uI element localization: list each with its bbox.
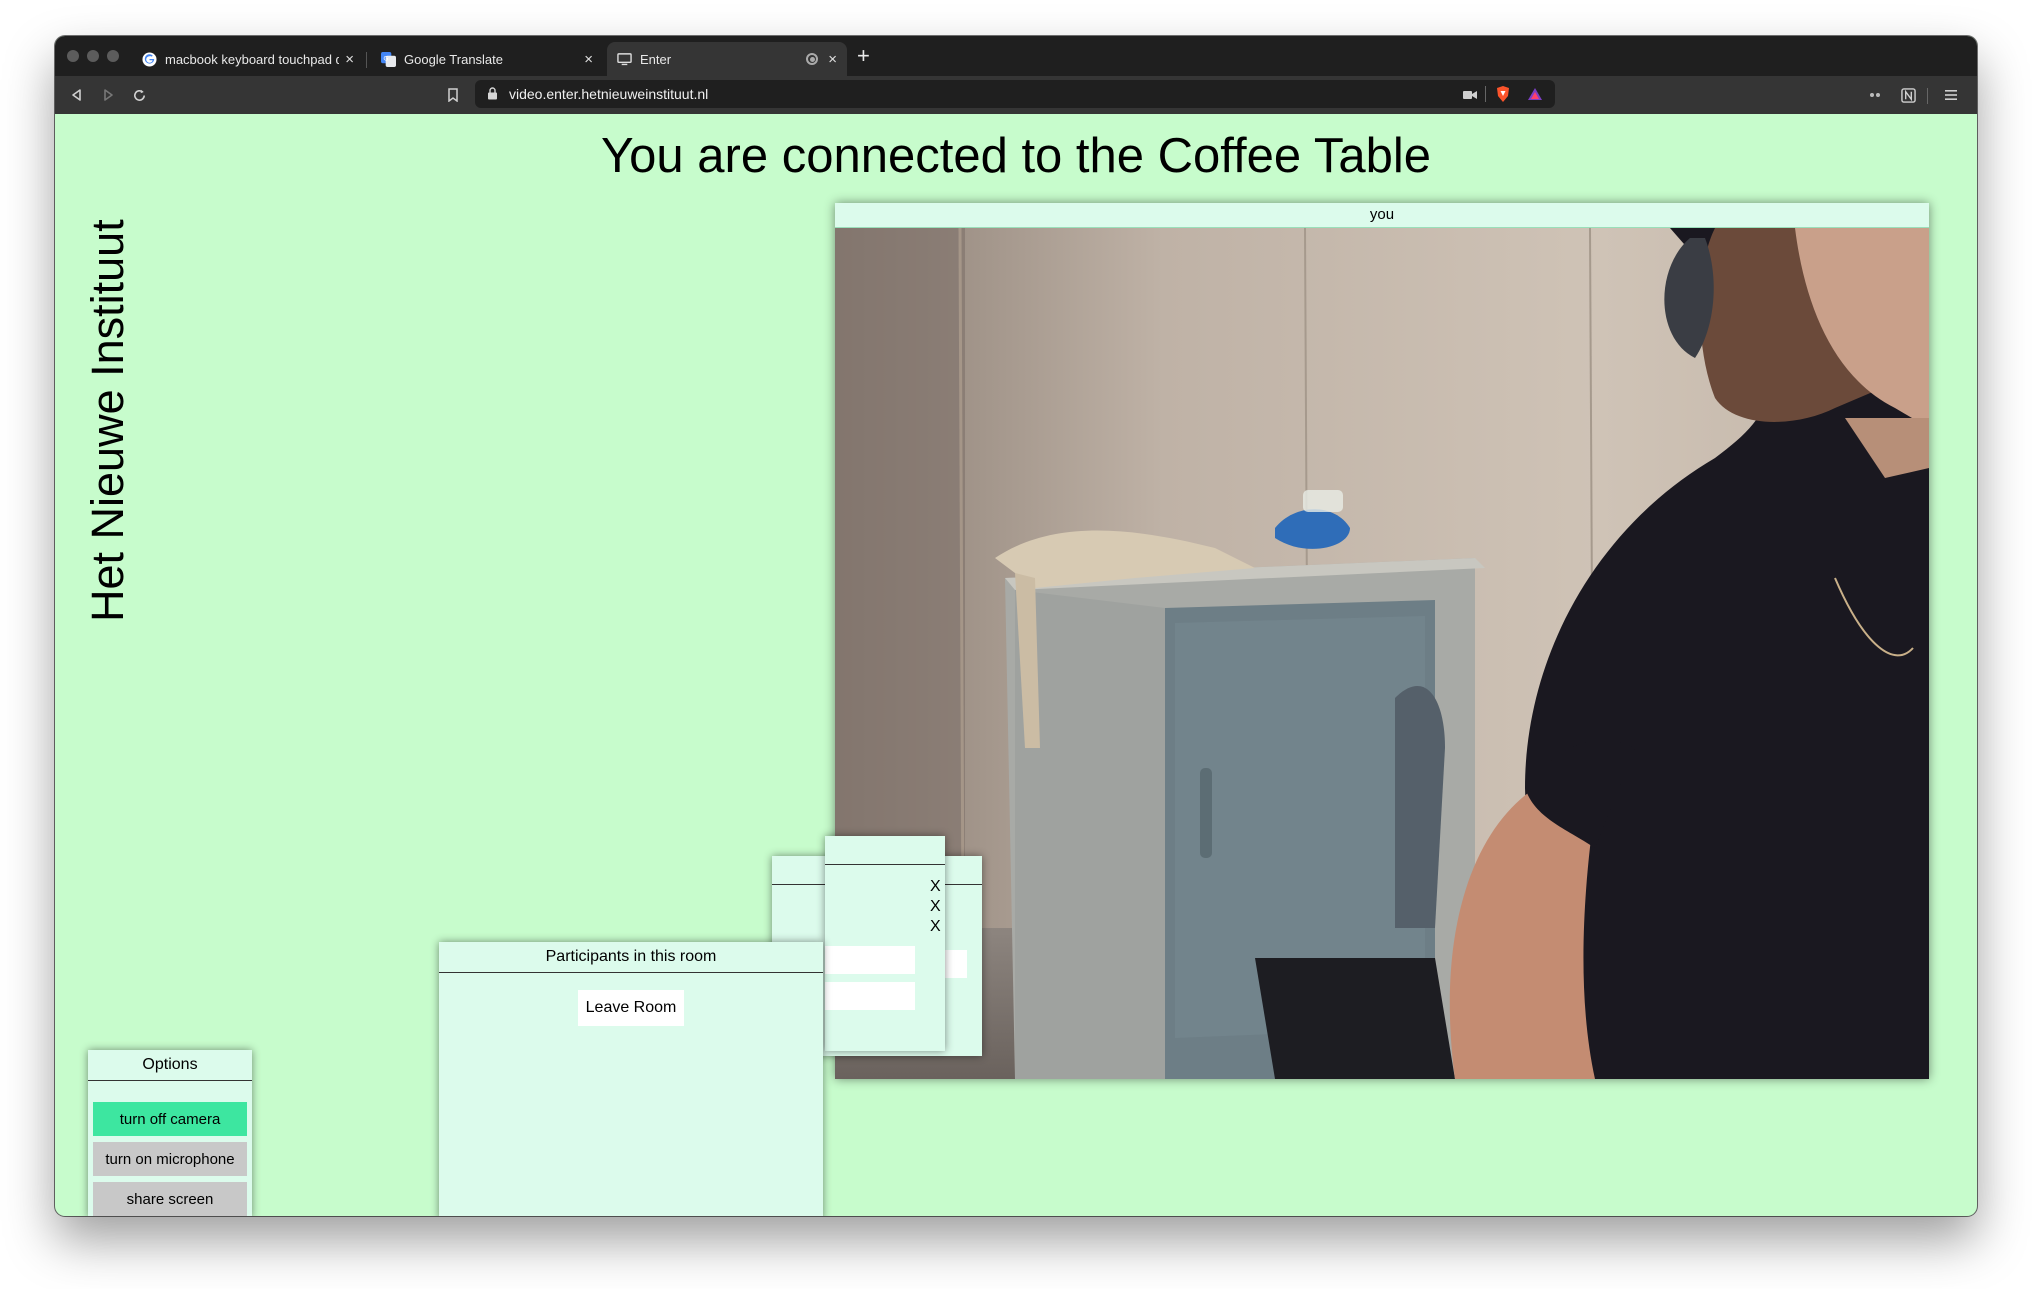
menu-icon[interactable] bbox=[1941, 85, 1961, 105]
close-tab-icon[interactable]: × bbox=[584, 51, 593, 68]
recording-indicator-icon bbox=[806, 53, 819, 65]
microphone-toggle-button[interactable]: turn on microphone bbox=[93, 1142, 247, 1176]
brave-shields-icon[interactable] bbox=[1495, 85, 1511, 108]
bookmark-icon[interactable] bbox=[443, 85, 463, 105]
window-zoom-dot[interactable] bbox=[107, 50, 119, 62]
url-text: video.enter.hetnieuweinstituut.nl bbox=[509, 86, 709, 102]
monitor-icon bbox=[617, 52, 632, 67]
svg-text:G: G bbox=[383, 54, 388, 62]
back-icon[interactable] bbox=[67, 85, 87, 105]
page-content: You are connected to the Coffee Table He… bbox=[55, 114, 1977, 1216]
participants-title: Participants in this room bbox=[439, 942, 823, 973]
close-x-icon[interactable]: X bbox=[930, 918, 941, 936]
close-x-icon[interactable]: X bbox=[930, 898, 941, 916]
close-x-icon[interactable]: X bbox=[930, 878, 941, 896]
institute-logo: Het Nieuwe Instituut bbox=[82, 219, 133, 622]
options-panel: Options turn off camera turn on micropho… bbox=[88, 1050, 252, 1216]
window-minimize-dot[interactable] bbox=[87, 50, 99, 62]
browser-toolbar: video.enter.hetnieuweinstituut.nl bbox=[55, 76, 1977, 114]
settings-panel[interactable]: X X X bbox=[825, 836, 945, 1051]
tab-google-translate[interactable]: G Google Translate × bbox=[371, 42, 603, 76]
close-tab-icon[interactable]: × bbox=[345, 51, 354, 68]
options-title: Options bbox=[88, 1050, 252, 1081]
google-g-icon bbox=[142, 51, 157, 67]
extensions-icon[interactable] bbox=[1865, 85, 1885, 105]
forward-icon[interactable] bbox=[98, 85, 118, 105]
lock-icon bbox=[487, 87, 498, 105]
browser-window: macbook keyboard touchpad dp × G Google … bbox=[55, 36, 1977, 1216]
window-close-dot[interactable] bbox=[67, 50, 79, 62]
webcam-feed bbox=[835, 228, 1929, 1079]
camera-toggle-button[interactable]: turn off camera bbox=[93, 1102, 247, 1136]
new-tab-button[interactable]: + bbox=[857, 45, 870, 67]
page-title: You are connected to the Coffee Table bbox=[600, 129, 1432, 183]
self-video-panel[interactable]: you bbox=[835, 203, 1929, 1079]
notion-extension-icon[interactable] bbox=[1898, 85, 1918, 105]
share-screen-button[interactable]: share screen bbox=[93, 1182, 247, 1216]
video-label: you bbox=[835, 203, 1929, 228]
address-bar[interactable]: video.enter.hetnieuweinstituut.nl bbox=[475, 80, 1555, 108]
camera-in-use-icon[interactable] bbox=[1463, 88, 1477, 106]
participants-panel[interactable]: Participants in this room Leave Room bbox=[439, 942, 823, 1216]
reload-icon[interactable] bbox=[129, 85, 149, 105]
brave-rewards-icon[interactable] bbox=[1527, 87, 1543, 106]
settings-input[interactable] bbox=[825, 946, 915, 974]
tab-macbook-keyboard[interactable]: macbook keyboard touchpad dp × bbox=[132, 42, 364, 76]
tab-strip: macbook keyboard touchpad dp × G Google … bbox=[55, 36, 1977, 76]
google-translate-icon: G bbox=[381, 51, 396, 67]
tab-enter[interactable]: Enter × bbox=[607, 42, 847, 76]
leave-room-button[interactable]: Leave Room bbox=[578, 990, 684, 1026]
close-tab-icon[interactable]: × bbox=[828, 51, 837, 68]
settings-input[interactable] bbox=[825, 982, 915, 1010]
